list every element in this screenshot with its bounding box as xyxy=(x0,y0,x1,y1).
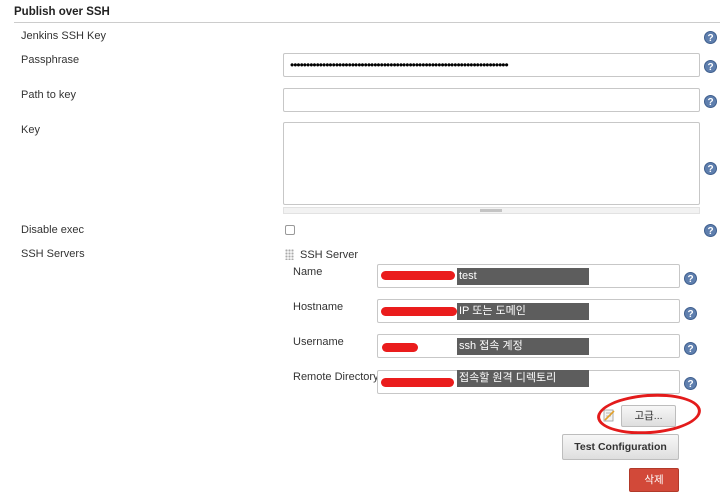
key-textarea[interactable] xyxy=(283,122,700,205)
key-label: Key xyxy=(21,124,40,136)
help-icon[interactable]: ? xyxy=(704,60,717,73)
username-label: Username xyxy=(293,336,344,348)
help-icon[interactable]: ? xyxy=(684,377,697,390)
jenkins-ssh-key-label: Jenkins SSH Key xyxy=(21,30,106,42)
disable-exec-label: Disable exec xyxy=(21,224,84,236)
path-to-key-label: Path to key xyxy=(21,89,77,101)
username-annotation: ssh 접속 계정 xyxy=(457,338,589,355)
help-icon[interactable]: ? xyxy=(704,31,717,44)
section-title: Publish over SSH xyxy=(14,6,110,18)
remote-directory-label: Remote Directory xyxy=(293,371,379,383)
notepad-icon xyxy=(603,409,615,422)
help-icon[interactable]: ? xyxy=(684,272,697,285)
drag-handle-icon[interactable] xyxy=(285,249,294,260)
server-name-label: Name xyxy=(293,266,323,278)
ssh-servers-label: SSH Servers xyxy=(21,248,85,260)
resize-grip xyxy=(480,209,502,212)
redaction-mark xyxy=(382,343,418,352)
test-configuration-button[interactable]: Test Configuration xyxy=(562,434,679,460)
disable-exec-checkbox[interactable] xyxy=(285,225,295,235)
hostname-label: Hostname xyxy=(293,301,344,313)
name-annotation: test xyxy=(457,268,589,285)
passphrase-label: Passphrase xyxy=(21,54,80,66)
remote-directory-annotation: 접속할 원격 디렉토리 xyxy=(457,370,589,387)
help-icon[interactable]: ? xyxy=(684,342,697,355)
redaction-mark xyxy=(381,378,454,387)
advanced-button[interactable]: 고급... xyxy=(621,405,676,427)
path-to-key-field[interactable] xyxy=(283,88,700,112)
redaction-mark xyxy=(381,271,455,280)
redaction-mark xyxy=(381,307,457,316)
hostname-annotation: IP 또는 도메인 xyxy=(457,303,589,320)
section-divider xyxy=(14,22,720,23)
help-icon[interactable]: ? xyxy=(704,224,717,237)
help-icon[interactable]: ? xyxy=(684,307,697,320)
passphrase-field[interactable] xyxy=(283,53,700,77)
delete-button[interactable]: 삭제 xyxy=(629,468,679,492)
help-icon[interactable]: ? xyxy=(704,162,717,175)
ssh-server-title: SSH Server xyxy=(300,249,359,261)
help-icon[interactable]: ? xyxy=(704,95,717,108)
